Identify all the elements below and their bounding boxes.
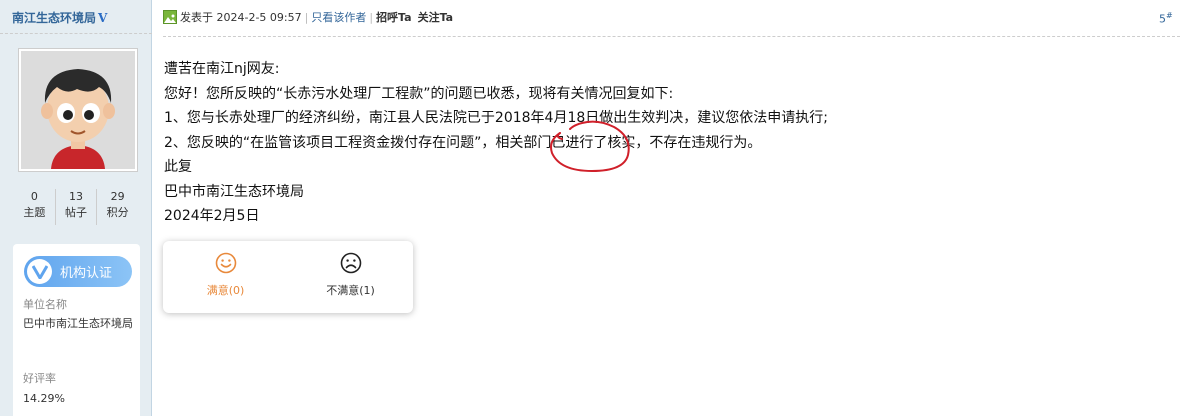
author-sidebar: 南江生态环境局 V 0 主题 13 帖子 29 积分 机构认证 单位名称 巴中市… <box>0 0 152 416</box>
stat-value[interactable]: 29 <box>97 189 138 205</box>
post-status-icon <box>163 10 177 24</box>
author-stats: 0 主题 13 帖子 29 积分 <box>14 189 138 225</box>
post-line: 您好！您所反映的“长赤污水处理厂工程款”的问题已收悉，现将有关情况回复如下: <box>164 85 674 102</box>
frown-icon <box>340 252 361 274</box>
rating-rate-label: 好评率 <box>23 372 56 385</box>
stat-points[interactable]: 29 积分 <box>96 189 138 225</box>
post-line: 遭苦在南江nj网友: <box>164 61 280 77</box>
stat-topics[interactable]: 0 主题 <box>14 189 55 225</box>
smile-icon <box>215 252 236 274</box>
stat-label: 主题 <box>23 206 46 219</box>
stat-value[interactable]: 0 <box>14 189 55 205</box>
post-line: 2、您反映的“在监管该项目工程资金拨付存在问题”，相关部门已进行了核实，不存在违… <box>164 134 762 151</box>
author-name[interactable]: 南江生态环境局 <box>12 11 96 25</box>
verified-v-icon <box>27 259 52 284</box>
post-content: 遭苦在南江nj网友: 您好！您所反映的“长赤污水处理厂工程款”的问题已收悉，现将… <box>164 57 1164 229</box>
post-line: 2024年2月5日 <box>164 208 260 224</box>
divider <box>163 36 1180 37</box>
post-timestamp: 发表于 2024-2-5 09:57 <box>180 11 302 24</box>
unit-name-label: 单位名称 <box>23 298 67 311</box>
avatar[interactable] <box>18 48 138 172</box>
avatar-cartoon-icon <box>21 51 135 169</box>
rating-box: 满意(0) 不满意(1) <box>163 241 413 313</box>
certification-label: 机构认证 <box>60 266 113 281</box>
author-name-link[interactable]: 南江生态环境局 V <box>12 9 107 26</box>
divider <box>0 33 152 34</box>
rating-rate-value: 14.29% <box>23 392 65 405</box>
verified-icon: V <box>98 11 108 25</box>
only-author-link[interactable]: 只看该作者 <box>311 9 366 25</box>
satisfied-button[interactable]: 满意(0) <box>163 241 288 313</box>
post-meta-bar: 发表于 2024-2-5 09:57 | 只看该作者 | 招呼Ta 关注Ta <box>163 7 453 27</box>
certification-badge: 机构认证 <box>24 256 132 287</box>
floor-number[interactable]: 5 <box>1159 13 1166 26</box>
unsatisfied-button[interactable]: 不满意(1) <box>288 241 413 313</box>
stat-label: 帖子 <box>65 206 87 219</box>
certification-panel: 机构认证 单位名称 巴中市南江生态环境局 好评率 14.29% <box>13 244 140 416</box>
post-line: 此复 <box>164 159 192 175</box>
post-line: 1、您与长赤处理厂的经济纠纷，南江县人民法院已于2018年4月18日做出生效判决… <box>164 110 828 126</box>
unit-name-value: 巴中市南江生态环境局 <box>23 317 133 330</box>
floor-hash-icon: # <box>1166 11 1173 20</box>
stat-posts[interactable]: 13 帖子 <box>54 189 97 225</box>
greet-link[interactable]: 招呼Ta <box>376 9 412 25</box>
floor-number-link[interactable]: 5# <box>1159 11 1173 26</box>
follow-link[interactable]: 关注Ta <box>418 9 454 25</box>
divider: | <box>369 10 374 24</box>
stat-label: 积分 <box>106 206 129 219</box>
stat-value[interactable]: 13 <box>56 189 97 205</box>
post-line: 巴中市南江生态环境局 <box>164 183 304 200</box>
unsatisfied-label: 不满意(1) <box>326 284 375 297</box>
satisfied-label: 满意(0) <box>206 284 245 297</box>
divider: | <box>304 10 309 24</box>
